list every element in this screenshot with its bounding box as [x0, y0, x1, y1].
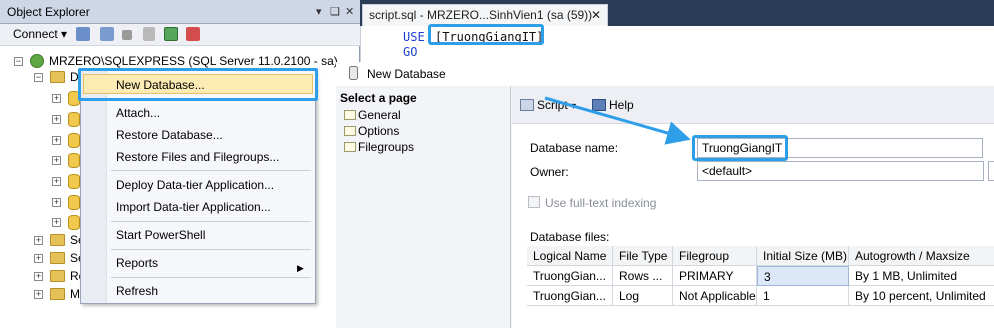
callout-arrow [544, 96, 691, 145]
callout-arrow-layer [544, 96, 691, 145]
